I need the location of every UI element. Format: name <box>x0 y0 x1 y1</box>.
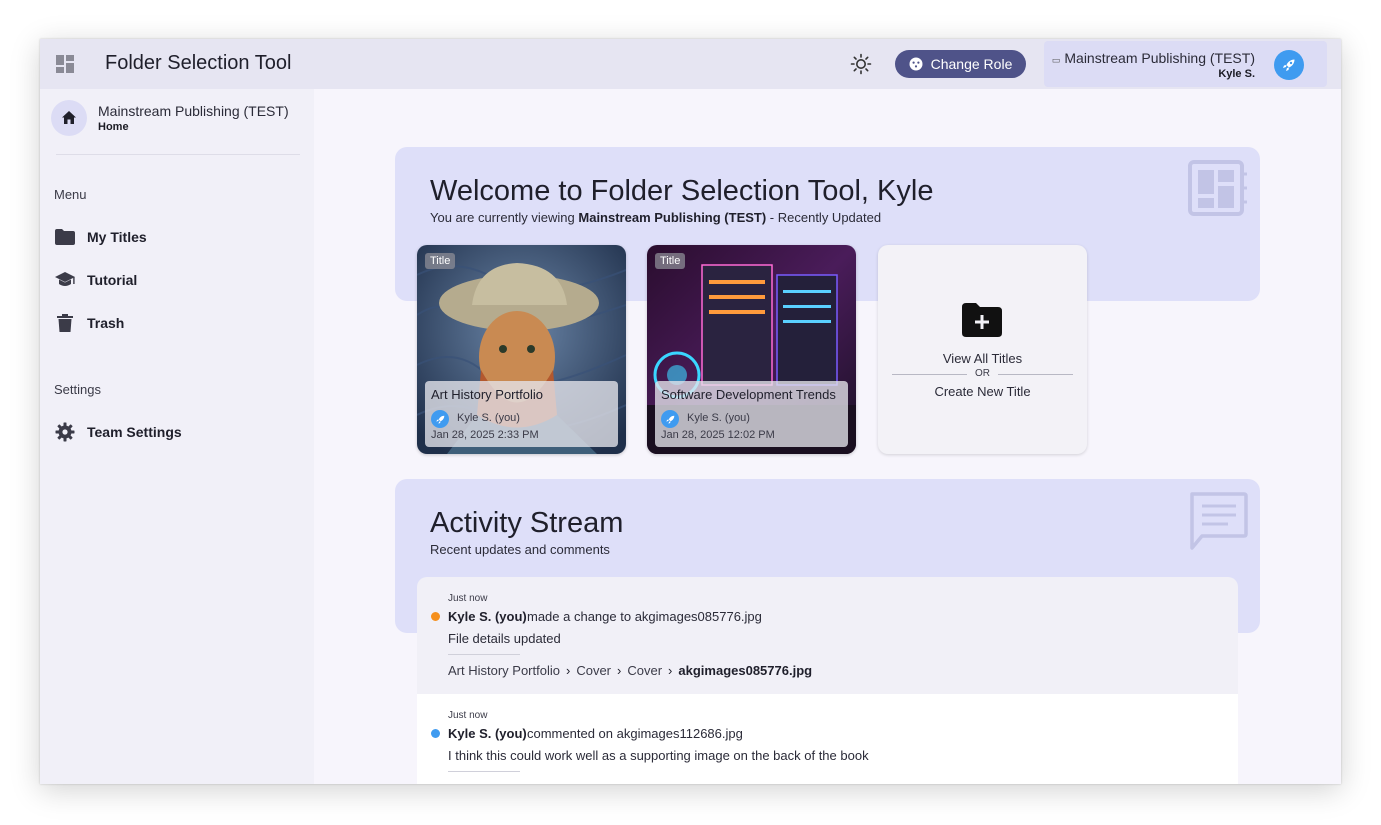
home-icon <box>62 111 76 124</box>
breadcrumb-current[interactable]: akgimages085776.jpg <box>678 663 812 678</box>
change-role-button[interactable]: Change Role <box>895 50 1026 78</box>
comment-icon <box>1190 492 1248 550</box>
subtitle-org: Mainstream Publishing (TEST) <box>578 210 767 225</box>
activity-detail: I think this could work well as a suppor… <box>448 748 869 763</box>
subtitle-prefix: You are currently viewing <box>430 210 579 225</box>
subtitle-suffix: - Recently Updated <box>766 210 882 225</box>
rocket-icon <box>1283 59 1295 71</box>
gear-icon <box>54 421 76 443</box>
menu-section-label: Menu <box>54 187 87 202</box>
sidebar-item-label: Tutorial <box>87 272 138 288</box>
card-date: Jan 28, 2025 2:33 PM <box>431 429 539 441</box>
breadcrumb-item[interactable]: Art History Portfolio <box>448 663 560 678</box>
activity-title: Activity Stream <box>430 507 624 539</box>
sidebar-item-trash[interactable]: Trash <box>54 308 300 338</box>
newspaper-icon <box>1188 160 1247 216</box>
face-icon <box>909 57 923 71</box>
account-user: Kyle S. <box>1218 68 1255 80</box>
create-new-title-link[interactable]: Create New Title <box>878 384 1087 399</box>
status-dot <box>431 729 440 738</box>
activity-time: Just now <box>448 710 488 721</box>
chevron-right-icon: › <box>668 663 673 678</box>
welcome-title: Welcome to Folder Selection Tool, Kyle <box>430 175 934 207</box>
or-divider: OR <box>892 368 1073 380</box>
card-date: Jan 28, 2025 12:02 PM <box>661 429 775 441</box>
status-dot <box>431 612 440 621</box>
breadcrumb-item[interactable]: Cover <box>627 663 662 678</box>
sidebar-item-my-titles[interactable]: My Titles <box>54 222 300 252</box>
welcome-subtitle: You are currently viewing Mainstream Pub… <box>430 210 881 225</box>
activity-user: Kyle S. (you) <box>448 726 527 741</box>
activity-time: Just now <box>448 593 488 604</box>
chevron-right-icon: › <box>617 663 622 678</box>
avatar <box>431 410 449 428</box>
avatar <box>661 410 679 428</box>
sidebar-org: Mainstream Publishing (TEST) <box>98 103 289 119</box>
settings-section-label: Settings <box>54 382 101 397</box>
view-all-titles-link[interactable]: View All Titles <box>878 351 1087 366</box>
activity-detail: File details updated <box>448 631 561 646</box>
sidebar: Mainstream Publishing (TEST) Home Menu M… <box>40 89 314 784</box>
account-menu[interactable]: ▭ Mainstream Publishing (TEST) Kyle S. <box>1044 41 1327 87</box>
app-window: Folder Selection Tool Change Role ▭ Mains… <box>40 39 1341 784</box>
org-icon: ▭ <box>1051 55 1061 65</box>
activity-user: Kyle S. (you) <box>448 609 527 624</box>
rocket-icon <box>435 415 444 424</box>
top-bar: Folder Selection Tool Change Role ▭ Mains… <box>40 39 1341 89</box>
view-create-title-card[interactable]: View All Titles OR Create New Title <box>878 245 1087 454</box>
card-tag: Title <box>655 253 686 269</box>
list-item[interactable]: Just now Kyle S. (you) made a change to … <box>417 577 1238 694</box>
folder-icon <box>54 226 76 248</box>
title-card-art-history[interactable]: Title Art History Portfolio Kyle S. (you… <box>417 245 626 454</box>
breadcrumb: Art History Portfolio › Cover › Cover › akgima… <box>448 663 812 678</box>
activity-list: Just now Kyle S. (you) made a change to … <box>417 577 1238 784</box>
home-button[interactable] <box>51 100 87 136</box>
graduation-cap-icon <box>54 269 76 291</box>
sidebar-item-label: Team Settings <box>87 424 182 440</box>
dashboard-icon[interactable] <box>56 55 74 73</box>
chevron-right-icon: › <box>565 663 571 678</box>
rocket-icon <box>665 415 674 424</box>
sidebar-home-label: Home <box>98 121 129 133</box>
card-title: Software Development Trends <box>661 387 836 402</box>
title-card-software-dev[interactable]: Title Software Development Trends Kyle S… <box>647 245 856 454</box>
activity-action: commented on akgimages112686.jpg <box>527 726 743 741</box>
card-tag: Title <box>425 253 456 269</box>
folder-plus-icon <box>962 303 1002 337</box>
sun-icon[interactable] <box>850 53 872 75</box>
sidebar-item-label: Trash <box>87 315 125 331</box>
sidebar-item-team-settings[interactable]: Team Settings <box>54 417 300 447</box>
sidebar-item-label: My Titles <box>87 229 147 245</box>
activity-subtitle: Recent updates and comments <box>430 542 610 557</box>
card-info: Art History Portfolio Kyle S. (you) Jan … <box>425 381 618 447</box>
sidebar-item-tutorial[interactable]: Tutorial <box>54 265 300 295</box>
divider <box>56 154 300 155</box>
activity-action: made a change to akgimages085776.jpg <box>527 609 762 624</box>
breadcrumb-item[interactable]: Cover <box>576 663 611 678</box>
account-org-label: Mainstream Publishing (TEST) <box>1064 50 1255 66</box>
change-role-label: Change Role <box>930 56 1013 72</box>
avatar[interactable] <box>1274 50 1304 80</box>
trash-icon <box>54 312 76 334</box>
card-user: Kyle S. (you) <box>687 412 750 424</box>
card-user: Kyle S. (you) <box>457 412 520 424</box>
divider <box>448 771 520 772</box>
app-title: Folder Selection Tool <box>105 52 292 74</box>
card-title: Art History Portfolio <box>431 387 543 402</box>
account-org: ▭ Mainstream Publishing (TEST) <box>1052 50 1255 66</box>
card-info: Software Development Trends Kyle S. (you… <box>655 381 848 447</box>
divider <box>448 654 520 655</box>
list-item[interactable]: Just now Kyle S. (you) commented on akgi… <box>417 694 1238 784</box>
